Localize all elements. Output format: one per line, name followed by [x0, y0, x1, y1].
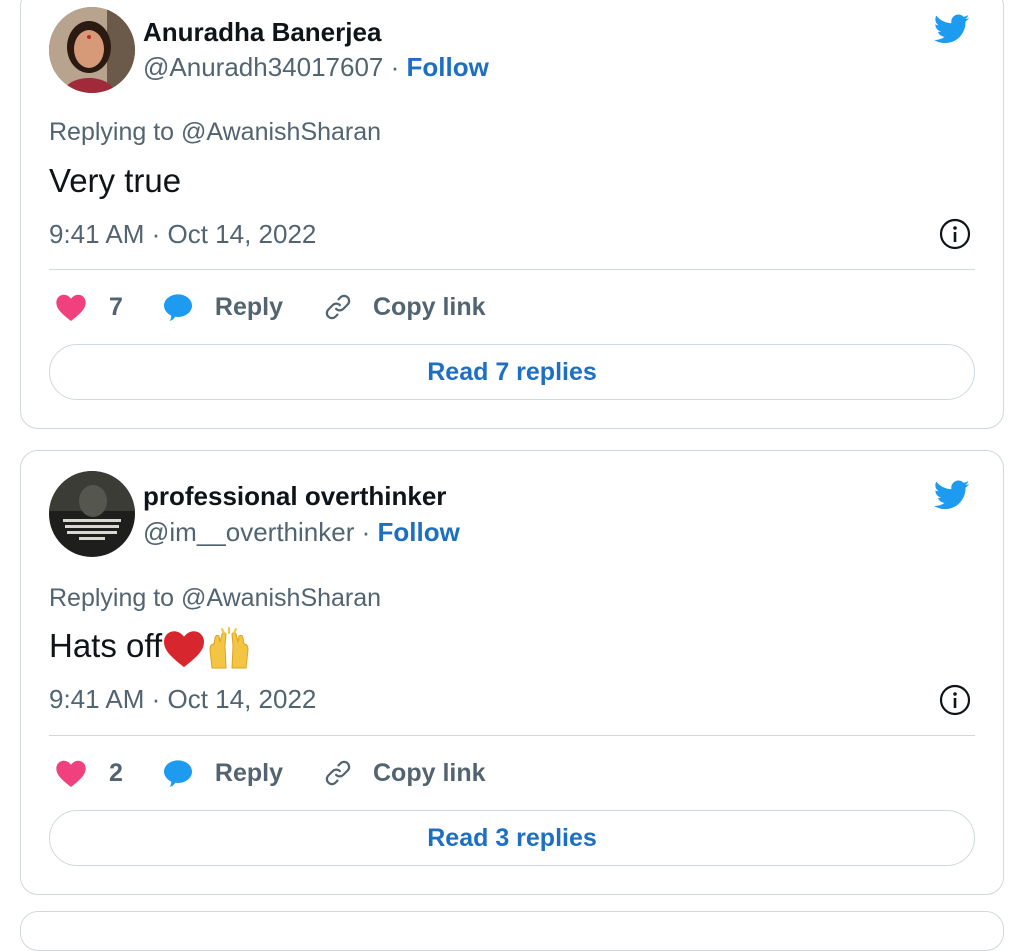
replying-to-mention[interactable]: @AwanishSharan: [181, 118, 381, 146]
follow-button[interactable]: Follow: [407, 52, 489, 82]
tweet-text: Very true: [49, 162, 182, 199]
tweet-text: Hats off: [49, 627, 163, 664]
replying-to: Replying to @AwanishSharan: [49, 118, 381, 147]
like-count: 2: [109, 758, 123, 787]
copy-link-label: Copy link: [373, 758, 486, 787]
divider: [49, 269, 975, 270]
info-icon[interactable]: [939, 218, 971, 250]
link-icon: [325, 760, 351, 786]
read-replies-label: Read 3 replies: [427, 823, 597, 852]
follow-button[interactable]: Follow: [378, 517, 460, 547]
like-count: 7: [109, 292, 123, 321]
copy-link-label: Copy link: [373, 292, 486, 321]
like-button[interactable]: 7: [55, 292, 161, 322]
divider: [49, 735, 975, 736]
replying-prefix: Replying to: [49, 584, 175, 612]
heart-icon: [56, 294, 86, 321]
copy-link-button[interactable]: Copy link: [323, 292, 486, 322]
read-replies-button[interactable]: Read 7 replies: [49, 344, 975, 400]
copy-link-button[interactable]: Copy link: [323, 758, 486, 788]
reply-bubble-icon: [163, 294, 192, 321]
like-button[interactable]: 2: [55, 758, 161, 788]
avatar[interactable]: [49, 471, 135, 557]
replying-to: Replying to @AwanishSharan: [49, 584, 381, 613]
heart-icon: [56, 760, 86, 787]
tweet-card: Anuradha Banerjea @Anuradh34017607 · Fol…: [20, 0, 1004, 429]
replying-to-mention[interactable]: @AwanishSharan: [181, 584, 381, 612]
separator-dot: ·: [361, 517, 371, 547]
link-icon: [325, 294, 351, 320]
reply-label: Reply: [214, 758, 283, 787]
author-name[interactable]: Anuradha Banerjea: [143, 17, 381, 47]
read-replies-label: Read 7 replies: [427, 357, 597, 386]
author-handle[interactable]: @Anuradh34017607: [143, 52, 383, 82]
red-heart-emoji: [164, 631, 205, 668]
info-icon[interactable]: [939, 684, 971, 716]
reply-bubble-icon: [163, 760, 192, 787]
reply-button[interactable]: Reply: [161, 757, 323, 789]
avatar[interactable]: [49, 7, 135, 93]
twitter-bird-icon[interactable]: [931, 477, 973, 513]
avatar-photo: [49, 7, 135, 93]
tweet-timestamp[interactable]: 9:41 AM · Oct 14, 2022: [49, 684, 316, 715]
action-bar: 2 Reply Copy link: [55, 753, 486, 793]
handle-row: @im__overthinker · Follow: [143, 516, 460, 548]
tweet-card-partial: [20, 911, 1004, 951]
tweet-timestamp[interactable]: 9:41 AM · Oct 14, 2022: [49, 219, 316, 250]
avatar-photo: [49, 471, 135, 557]
raising-hands-emoji: [209, 627, 249, 669]
reply-button[interactable]: Reply: [161, 291, 323, 323]
read-replies-button[interactable]: Read 3 replies: [49, 810, 975, 866]
twitter-bird-icon[interactable]: [931, 11, 973, 47]
author-handle[interactable]: @im__overthinker: [143, 517, 354, 547]
author-name[interactable]: professional overthinker: [143, 481, 446, 511]
tweet-card: professional overthinker @im__overthinke…: [20, 450, 1004, 895]
reply-label: Reply: [214, 292, 283, 321]
handle-row: @Anuradh34017607 · Follow: [143, 51, 489, 83]
tweet-text-row: Hats off: [49, 626, 252, 670]
replying-prefix: Replying to: [49, 118, 175, 146]
action-bar: 7 Reply Copy link: [55, 287, 486, 327]
separator-dot: ·: [390, 52, 400, 82]
